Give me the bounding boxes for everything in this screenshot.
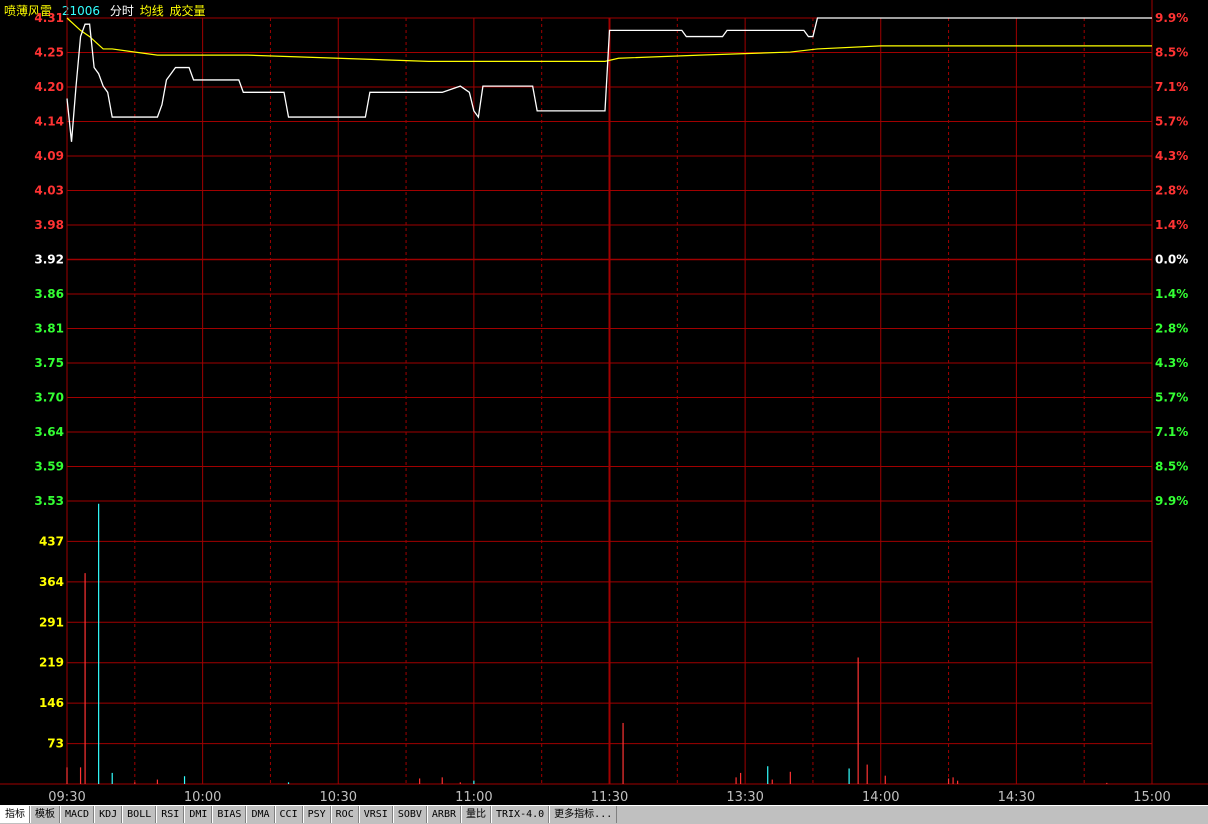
time-tick-label: 11:00	[455, 790, 492, 805]
indicator-tab[interactable]: VRSI	[358, 806, 393, 823]
price-tick-label: 3.70	[34, 391, 64, 405]
indicator-tab[interactable]: PSY	[302, 806, 331, 823]
price-tick-label: 4.31	[34, 11, 64, 25]
indicator-tab[interactable]: CCI	[274, 806, 303, 823]
indicator-tab[interactable]: ROC	[330, 806, 359, 823]
price-tick-label: 4.09	[34, 149, 64, 163]
indicator-tab[interactable]: KDJ	[94, 806, 123, 823]
pct-tick-label: 7.1%	[1155, 425, 1188, 439]
price-tick-label: 3.92	[34, 253, 64, 267]
indicator-tab[interactable]: 量比	[461, 806, 491, 823]
pct-tick-label: 7.1%	[1155, 80, 1188, 94]
price-tick-label: 3.81	[34, 322, 64, 336]
indicator-tab[interactable]: 模板	[30, 806, 60, 823]
price-tick-label: 3.64	[34, 425, 64, 439]
indicator-tab[interactable]: MACD	[60, 806, 95, 823]
pct-tick-label: 4.3%	[1155, 149, 1188, 163]
pct-tick-label: 8.5%	[1155, 460, 1188, 474]
price-tick-label: 3.75	[34, 356, 64, 370]
indicator-tab[interactable]: ARBR	[426, 806, 461, 823]
price-tick-label: 3.53	[34, 494, 64, 508]
price-tick-label: 4.14	[34, 115, 64, 129]
indicator-tab[interactable]: BIAS	[212, 806, 247, 823]
pct-tick-label: 2.8%	[1155, 322, 1188, 336]
volume-tick-label: 364	[39, 575, 64, 589]
indicator-tab[interactable]: TRIX-4.0	[491, 806, 550, 823]
pct-tick-label: 1.4%	[1155, 218, 1188, 232]
price-tick-label: 3.59	[34, 460, 64, 474]
indicator-tab[interactable]: BOLL	[122, 806, 157, 823]
time-tick-label: 09:30	[48, 790, 85, 805]
price-tick-label: 4.20	[34, 80, 64, 94]
intraday-chart[interactable]: 4.31 9.9% 4.25 8.5% 4.20 7.1% 4.14 5.7% 4.09 4.3%…	[0, 0, 1208, 805]
volume-tick-label: 73	[47, 737, 64, 751]
time-tick-label: 14:00	[862, 790, 899, 805]
volume-tick-label: 437	[39, 534, 64, 548]
pct-tick-label: 4.3%	[1155, 356, 1188, 370]
pct-tick-label: 5.7%	[1155, 115, 1188, 129]
volume-tick-label: 219	[39, 656, 64, 670]
indicator-tab[interactable]: DMA	[246, 806, 275, 823]
pct-tick-label: 9.9%	[1155, 11, 1188, 25]
time-tick-label: 13:30	[726, 790, 763, 805]
time-tick-label: 10:30	[320, 790, 357, 805]
price-tick-label: 3.98	[34, 218, 64, 232]
pct-tick-label: 2.8%	[1155, 184, 1188, 198]
time-tick-label: 14:30	[998, 790, 1035, 805]
time-tick-label: 11:30	[591, 790, 628, 805]
pct-tick-label: 5.7%	[1155, 391, 1188, 405]
time-tick-label: 10:00	[184, 790, 221, 805]
price-tick-label: 3.86	[34, 287, 64, 301]
indicator-tab[interactable]: 指标	[0, 806, 30, 823]
indicator-tab[interactable]: RSI	[156, 806, 185, 823]
pct-tick-label: 8.5%	[1155, 46, 1188, 60]
price-tick-label: 4.03	[34, 184, 64, 198]
pct-tick-label: 1.4%	[1155, 287, 1188, 301]
indicator-tab[interactable]: SOBV	[392, 806, 427, 823]
volume-tick-label: 146	[39, 696, 64, 710]
volume-tick-label: 291	[39, 615, 64, 629]
indicator-tab[interactable]: 更多指标...	[549, 806, 618, 823]
pct-tick-label: 0.0%	[1155, 253, 1188, 267]
indicator-tab-bar: 指标 模板 MACD KDJ BOLL RSI DMI BIAS DMA CCI PSY ROC VRS…	[0, 805, 1208, 824]
price-tick-label: 4.25	[34, 46, 64, 60]
pct-tick-label: 9.9%	[1155, 494, 1188, 508]
indicator-tab[interactable]: DMI	[184, 806, 213, 823]
time-tick-label: 15:00	[1133, 790, 1170, 805]
